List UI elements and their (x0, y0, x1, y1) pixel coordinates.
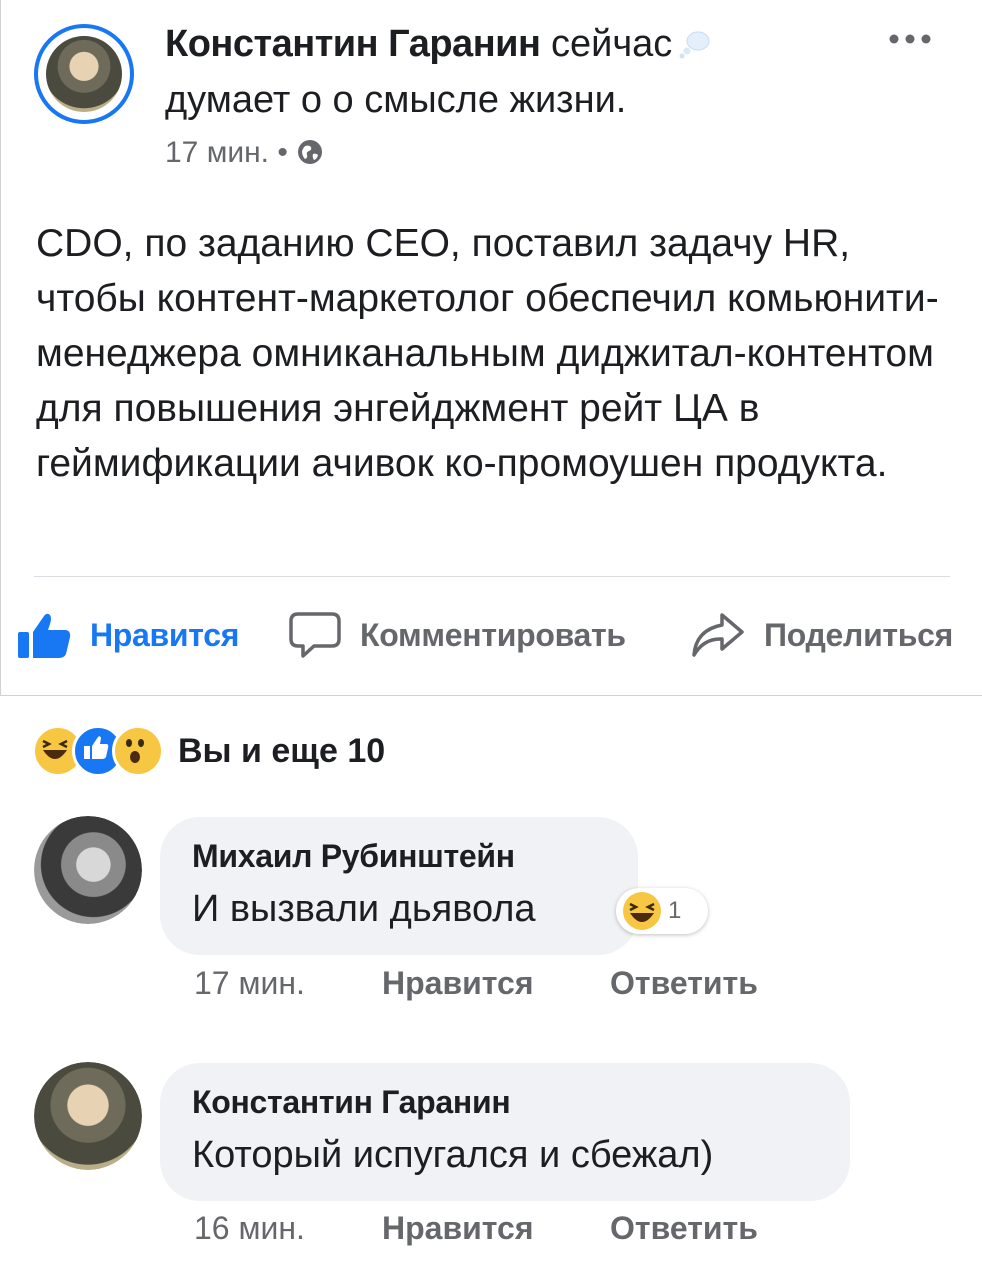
reactions-summary[interactable]: Вы и еще 10 (32, 725, 386, 777)
share-icon (692, 613, 744, 657)
comment-author[interactable]: Михаил Рубинштейн (192, 838, 515, 875)
comment-icon (289, 612, 341, 658)
comment-like-button[interactable]: Нравится (382, 1210, 534, 1247)
share-button[interactable]: Поделиться (690, 605, 953, 665)
comment-label: Комментировать (360, 616, 626, 653)
avatar-image (34, 1062, 142, 1170)
meta-separator: • (277, 136, 288, 169)
divider (34, 576, 950, 577)
thumbs-up-icon (18, 613, 71, 658)
comment-meta: 16 мин. Нравится Ответить (0, 1210, 982, 1254)
author-name[interactable]: Константин Гаранин (165, 23, 541, 65)
share-label: Поделиться (764, 616, 954, 653)
reactions-count-label: Вы и еще 10 (178, 731, 386, 770)
like-button[interactable]: Нравится (16, 605, 239, 665)
divider (0, 695, 982, 696)
avatar-image (34, 816, 142, 924)
comment-reaction-badge[interactable]: 1 (616, 888, 708, 934)
comment-time[interactable]: 16 мин. (194, 1210, 305, 1247)
like-label: Нравится (90, 616, 240, 653)
globe-icon (298, 140, 323, 164)
comment-author[interactable]: Константин Гаранин (192, 1084, 511, 1121)
more-options-icon[interactable] (886, 30, 934, 48)
author-avatar[interactable] (34, 24, 134, 124)
comment-text: И вызвали дьявола (192, 888, 536, 930)
reaction-count: 1 (668, 897, 682, 924)
comment-button[interactable]: Комментировать (288, 605, 626, 665)
left-edge-line (0, 0, 1, 695)
post-header-line1: Константин Гаранин сейчас (165, 20, 710, 68)
wow-icon (112, 725, 164, 777)
post-meta: 17 мин. • (165, 133, 324, 173)
status-word: сейчас (551, 23, 673, 65)
post-time[interactable]: 17 мин. (165, 136, 269, 169)
comment-reply-button[interactable]: Ответить (610, 965, 758, 1002)
post-body-text: CDO, по заданию CEO, поставил задачу HR,… (36, 222, 939, 485)
comment-like-button[interactable]: Нравится (382, 965, 534, 1002)
commenter-avatar[interactable] (34, 816, 142, 924)
comment-text: Который испугался и сбежал) (192, 1134, 714, 1176)
comment-reply-button[interactable]: Ответить (610, 1210, 758, 1247)
status-text: думает о о смысле жизни. (165, 79, 627, 121)
commenter-avatar[interactable] (34, 1062, 142, 1170)
comment-meta: 17 мин. Нравится Ответить (0, 965, 982, 1009)
thought-bubble-icon (679, 31, 710, 59)
avatar-image (46, 36, 122, 112)
haha-icon (623, 892, 661, 930)
comment-time[interactable]: 17 мин. (194, 965, 305, 1002)
